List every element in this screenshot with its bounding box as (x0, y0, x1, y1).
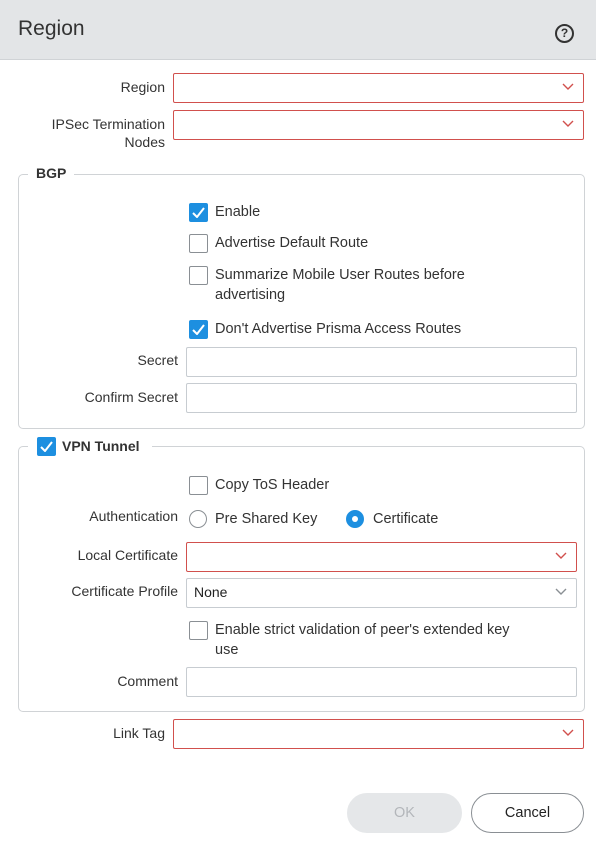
ipsec-label: IPSec Termination Nodes (10, 115, 165, 151)
ok-button[interactable]: OK (347, 793, 462, 833)
confirm-secret-label: Confirm Secret (84, 389, 178, 405)
dialog-header: Region ? (0, 0, 596, 60)
chevron-down-icon (562, 726, 574, 738)
enable-label: Enable (215, 204, 261, 220)
secret-field[interactable] (186, 347, 577, 377)
ipsec-label-line1: IPSec Termination (51, 116, 165, 132)
region-select[interactable] (173, 73, 584, 103)
cancel-button[interactable]: Cancel (471, 793, 584, 833)
dont-advertise-checkbox[interactable] (189, 320, 208, 339)
pre-shared-key-label: Pre Shared Key (215, 511, 318, 527)
certificate-profile-select[interactable]: None (186, 578, 577, 608)
certificate-profile-label: Certificate Profile (71, 583, 178, 599)
summarize-label: Summarize Mobile User Routes before adve… (215, 265, 465, 305)
summarize-label-line2: advertising (215, 287, 286, 303)
ipsec-nodes-select[interactable] (173, 110, 584, 140)
authentication-label: Authentication (89, 508, 178, 524)
certificate-radio[interactable] (346, 510, 364, 528)
enable-checkbox[interactable] (189, 203, 208, 222)
chevron-down-icon (555, 549, 567, 561)
advertise-default-checkbox[interactable] (189, 234, 208, 253)
chevron-down-icon (555, 585, 567, 597)
strict-validation-checkbox[interactable] (189, 621, 208, 640)
chevron-down-icon (562, 80, 574, 92)
copy-tos-label: Copy ToS Header (215, 477, 330, 493)
certificate-profile-value: None (194, 584, 228, 600)
strict-validation-label-line1: Enable strict validation of peer's exten… (215, 622, 510, 638)
comment-label: Comment (117, 673, 178, 689)
strict-validation-label: Enable strict validation of peer's exten… (215, 620, 510, 660)
confirm-secret-field[interactable] (186, 383, 577, 413)
chevron-down-icon (562, 117, 574, 129)
vpn-tunnel-label: VPN Tunnel (62, 438, 140, 454)
bgp-legend: BGP (28, 165, 75, 181)
summarize-label-line1: Summarize Mobile User Routes before (215, 267, 465, 283)
advertise-default-label: Advertise Default Route (215, 235, 369, 251)
strict-validation-label-line2: use (215, 642, 239, 658)
secret-label: Secret (137, 352, 178, 368)
local-certificate-label: Local Certificate (77, 547, 178, 563)
copy-tos-checkbox[interactable] (189, 476, 208, 495)
comment-field[interactable] (186, 667, 577, 697)
dialog-title: Region (18, 17, 85, 40)
region-label: Region (120, 79, 165, 95)
link-tag-label: Link Tag (113, 725, 165, 741)
ipsec-label-line2: Nodes (124, 134, 165, 150)
local-certificate-select[interactable] (186, 542, 577, 572)
summarize-checkbox[interactable] (189, 266, 208, 285)
dont-advertise-label: Don't Advertise Prisma Access Routes (215, 321, 462, 337)
help-icon[interactable]: ? (555, 24, 574, 43)
certificate-label: Certificate (373, 511, 439, 527)
pre-shared-key-radio[interactable] (189, 510, 207, 528)
vpn-tunnel-checkbox[interactable] (37, 437, 56, 456)
link-tag-select[interactable] (173, 719, 584, 749)
